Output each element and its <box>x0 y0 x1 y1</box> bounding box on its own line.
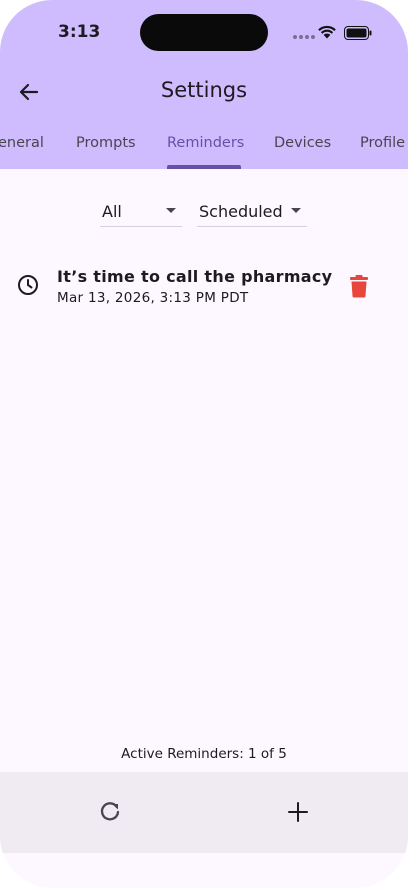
wifi-icon <box>318 25 336 39</box>
battery-icon <box>344 26 372 40</box>
tab-general[interactable]: eneral <box>0 135 44 151</box>
active-reminders-count: Active Reminders: 1 of 5 <box>121 746 287 762</box>
category-filter-value: All <box>102 202 122 221</box>
reminder-datetime: Mar 13, 2026, 3:13 PM PDT <box>57 290 249 306</box>
refresh-button[interactable] <box>96 798 124 826</box>
cellular-signal-icon <box>293 35 315 39</box>
tab-reminders[interactable]: Reminders <box>167 135 244 151</box>
app-screen: 3:13 Settings eneral Prompts Reminders D… <box>0 0 408 888</box>
reminder-title: It’s time to call the pharmacy <box>57 267 333 286</box>
clock-icon <box>18 275 38 295</box>
status-time: 3:13 <box>58 22 101 42</box>
tab-devices[interactable]: Devices <box>274 135 331 151</box>
chevron-down-icon <box>291 208 301 213</box>
bottom-action-bar <box>0 772 408 853</box>
plus-icon <box>288 802 308 822</box>
status-filter-dropdown[interactable]: Scheduled <box>197 197 307 227</box>
tab-prompts[interactable]: Prompts <box>76 135 136 151</box>
page-title: Settings <box>160 78 248 102</box>
dynamic-island <box>140 14 268 51</box>
reminder-list-item[interactable]: It’s time to call the pharmacy Mar 13, 2… <box>0 258 408 318</box>
refresh-icon <box>100 802 120 821</box>
category-filter-dropdown[interactable]: All <box>100 197 182 227</box>
status-filter-value: Scheduled <box>199 202 283 221</box>
trash-icon[interactable] <box>346 273 372 299</box>
tab-indicator <box>167 165 241 169</box>
tab-profile[interactable]: Profile <box>360 135 405 151</box>
chevron-down-icon <box>166 208 176 213</box>
add-reminder-button[interactable] <box>284 798 312 826</box>
app-header: 3:13 Settings eneral Prompts Reminders D… <box>0 0 408 169</box>
